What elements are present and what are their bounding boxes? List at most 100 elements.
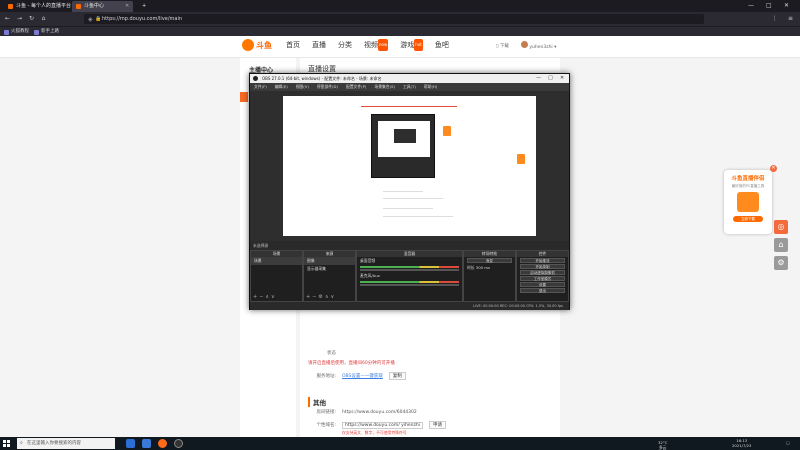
start-streaming-button[interactable]: 开始推流: [520, 258, 565, 263]
side-tool-feedback-icon[interactable]: ◎: [774, 220, 788, 234]
copy-button[interactable]: 复制: [388, 372, 406, 380]
windows-start-icon[interactable]: [3, 440, 10, 447]
obs-preview-area[interactable]: [250, 91, 569, 241]
source-item[interactable]: 显示器采集: [304, 265, 355, 273]
firefox-icon[interactable]: [158, 439, 167, 448]
nav-badge: hot: [414, 39, 423, 51]
obs-menu-view[interactable]: 视图(V): [296, 83, 309, 91]
clock-date: 2021/7/23: [732, 443, 752, 448]
obs-menu-docks[interactable]: 停靠部件(D): [317, 83, 338, 91]
duration-value[interactable]: 300 ms: [476, 265, 490, 270]
audio-meter: [360, 266, 459, 268]
side-tool-home-icon[interactable]: ⌂: [774, 238, 788, 252]
volume-slider[interactable]: [360, 269, 459, 271]
download-app-ad[interactable]: 斗鱼直播伴侣 最好用的PC直播工具 立即下载: [724, 170, 772, 234]
nav-item-game[interactable]: 游戏hot: [400, 39, 423, 51]
obs-menu-help[interactable]: 帮助(H): [424, 83, 437, 91]
extensions-icon[interactable]: ⋮: [770, 14, 779, 24]
ad-download-button[interactable]: 立即下载: [733, 216, 763, 222]
nav-item-category[interactable]: 分类: [338, 39, 352, 51]
close-tab-icon[interactable]: ✕: [125, 1, 129, 12]
obs-menu-edit[interactable]: 编辑(E): [275, 83, 288, 91]
side-tool-settings-icon[interactable]: ⚙: [774, 256, 788, 270]
address-link[interactable]: OBS设置—一键获取: [342, 373, 383, 379]
obs-menu-file[interactable]: 文件(F): [254, 83, 267, 91]
nav-item-fishbar[interactable]: 鱼吧: [435, 39, 449, 51]
bookmark-item[interactable]: 火狐教程: [4, 28, 29, 36]
obs-maximize-icon[interactable]: □: [548, 74, 553, 83]
edge-browser-icon[interactable]: [142, 439, 151, 448]
forward-icon[interactable]: →: [15, 14, 24, 24]
settings-button[interactable]: 设置: [520, 282, 565, 287]
sources-dock-toolbar[interactable]: +−⚙∧∨: [306, 294, 336, 300]
sidebar-title: 主播中心: [249, 67, 274, 74]
browser-nav-bar: ← → ↻ ⌂ ◈ 🔒 https://mp.douyu.com/live/ma…: [0, 12, 800, 26]
bookmark-icon: [4, 29, 9, 35]
volume-slider[interactable]: [360, 284, 459, 286]
transition-select[interactable]: 渐变: [467, 258, 512, 263]
lock-icon[interactable]: 🔒: [95, 14, 101, 24]
address-label: 服务地址:: [316, 374, 336, 379]
douyu-logo[interactable]: 斗鱼: [242, 39, 272, 51]
obs-menu-tools[interactable]: 工具(T): [403, 83, 416, 91]
url-bar[interactable]: ◈ 🔒 https://mp.douyu.com/live/main: [84, 14, 704, 24]
obs-menu-profile[interactable]: 配置文件(P): [346, 83, 366, 91]
scene-item[interactable]: 场景: [251, 257, 302, 265]
taskbar-search[interactable]: ⌕ 在这里输入你要搜索的内容: [17, 438, 115, 449]
nickname-input[interactable]: https://www.douyu.com/ yihenzhi: [342, 421, 424, 429]
bookmark-icon: [34, 29, 39, 35]
logo-text: 斗鱼: [256, 40, 272, 50]
preview-nested-obs: [371, 114, 435, 178]
bookmark-item[interactable]: 新手上路: [34, 28, 59, 36]
scenes-dock-toolbar[interactable]: +−∧∨: [253, 294, 277, 300]
ad-close-icon[interactable]: ✕: [770, 165, 777, 172]
obs-window: OBS 27.0.1 (64-bit, windows) - 配置文件: 未命名…: [249, 73, 570, 310]
nav-item-live[interactable]: 直播: [312, 39, 326, 51]
clock[interactable]: 16:13 2021/7/23: [732, 438, 751, 448]
apply-button[interactable]: 申请: [429, 421, 447, 429]
nav-item-home[interactable]: 首页: [286, 39, 300, 51]
nav-badge: new: [378, 39, 389, 51]
ad-title: 斗鱼直播伴侣: [731, 176, 765, 182]
reload-icon[interactable]: ↻: [27, 14, 36, 24]
preview-red-line: [361, 106, 457, 107]
obs-minimize-icon[interactable]: —: [536, 74, 541, 83]
audio-meter: [360, 281, 459, 283]
controls-dock: 控件 开始推流 开始录制 启动虚拟摄像机 工作室模式 设置 退出: [516, 250, 569, 302]
obs-taskbar-icon[interactable]: [174, 439, 183, 448]
minimize-icon[interactable]: —: [748, 0, 754, 12]
close-window-icon[interactable]: ✕: [784, 0, 789, 12]
sources-dock: 来源 图像 显示器采集 +−⚙∧∨: [303, 250, 356, 302]
virtual-camera-button[interactable]: 启动虚拟摄像机: [520, 270, 565, 275]
nav-item-video[interactable]: 视频new: [364, 39, 389, 51]
bookmark-label: 火狐教程: [11, 29, 29, 34]
obs-preview-canvas[interactable]: [283, 96, 536, 236]
download-link[interactable]: ▯ 下载: [496, 43, 509, 49]
new-tab-button[interactable]: +: [138, 1, 150, 12]
notifications-icon[interactable]: ▢: [786, 440, 790, 445]
preview-nested-window: [394, 129, 416, 143]
preview-ad: [517, 154, 525, 164]
search-icon: ⌕: [20, 440, 23, 446]
obs-menu-scene-collection[interactable]: 场景集合(S): [374, 83, 395, 91]
weather-widget[interactable]: 32°C 多云: [658, 440, 667, 450]
start-recording-button[interactable]: 开始录制: [520, 264, 565, 269]
studio-mode-button[interactable]: 工作室模式: [520, 276, 565, 281]
no-source-label: 未选择源: [253, 243, 269, 248]
home-icon[interactable]: ⌂: [39, 14, 48, 24]
shield-icon[interactable]: ◈: [88, 15, 93, 25]
back-icon[interactable]: ←: [3, 14, 12, 24]
task-view-icon[interactable]: [126, 439, 135, 448]
tab-douyu-center[interactable]: 斗鱼中心 ✕: [72, 1, 134, 12]
duration-label: 时长: [467, 265, 475, 270]
obs-close-icon[interactable]: ✕: [560, 74, 564, 83]
room-link-value: https://www.douyu.com/6044302: [342, 409, 417, 415]
menu-icon[interactable]: ≡: [786, 14, 795, 24]
obs-menubar: 文件(F) 编辑(E) 视图(V) 停靠部件(D) 配置文件(P) 场景集合(S…: [250, 83, 569, 91]
user-menu[interactable]: yuhen3zhi ▾: [520, 41, 556, 50]
nickname-label: 个性域名:: [316, 423, 336, 428]
maximize-icon[interactable]: □: [766, 0, 772, 12]
status-row: 状态: [308, 350, 336, 356]
source-item[interactable]: 图像: [304, 257, 355, 265]
exit-button[interactable]: 退出: [520, 288, 565, 293]
